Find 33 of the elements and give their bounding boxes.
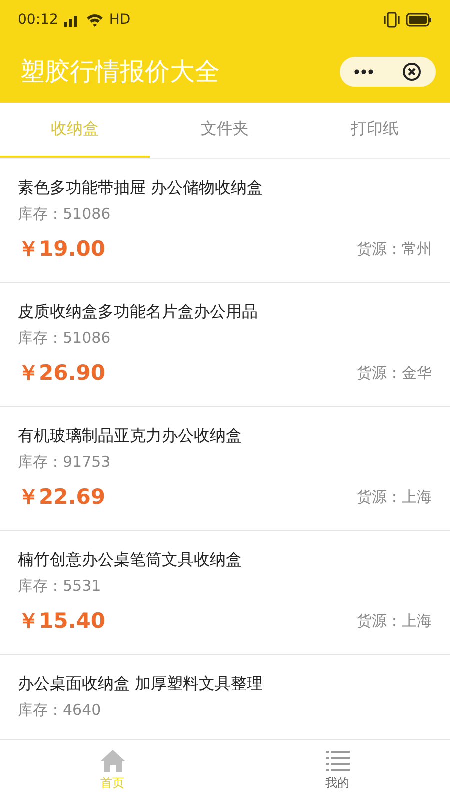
product-item[interactable]: 有机玻璃制品亚克力办公收纳盒 库存：91753 ￥22.69 货源：上海 [0, 407, 450, 531]
vibrate-icon [383, 12, 401, 28]
product-price: ￥22.69 [18, 484, 106, 511]
product-stock: 库存：5531 [18, 576, 102, 597]
product-name: 有机玻璃制品亚克力办公收纳盒 [18, 425, 243, 447]
more-icon [354, 68, 374, 74]
product-price: ￥26.90 [18, 360, 106, 387]
product-price: ￥15.40 [18, 608, 106, 635]
product-stock: 库存：51086 [18, 328, 112, 349]
product-name: 楠竹创意办公桌笔筒文具收纳盒 [18, 549, 243, 571]
status-time: 00:12 [18, 12, 58, 28]
product-name: 皮质收纳盒多功能名片盒办公用品 [18, 301, 259, 323]
product-item[interactable]: 皮质收纳盒多功能名片盒办公用品 库存：51086 ￥26.90 货源：金华 [0, 283, 450, 407]
product-name: 办公桌面收纳盒 加厚塑料文具整理 [18, 673, 264, 695]
network-label: HD [109, 12, 131, 28]
product-item[interactable]: 素色多功能带抽屉 办公储物收纳盒 库存：51086 ￥19.00 货源：常州 [0, 159, 450, 283]
close-icon [402, 62, 422, 82]
product-stock: 库存：51086 [18, 204, 112, 225]
battery-icon [406, 13, 432, 27]
wifi-icon [86, 13, 104, 27]
product-stock: 库存：91753 [18, 452, 112, 473]
product-origin: 货源：金华 [357, 364, 432, 382]
product-origin: 货源：上海 [357, 612, 432, 630]
product-origin: 货源：常州 [357, 240, 432, 258]
product-origin: 货源：上海 [357, 488, 432, 506]
app-title: 塑胶行情报价大全 [20, 56, 221, 88]
home-icon [100, 748, 126, 772]
product-price: ￥19.00 [18, 236, 106, 263]
product-stock: 库存：4640 [18, 700, 102, 721]
product-name: 素色多功能带抽屉 办公储物收纳盒 [18, 177, 264, 199]
nav-tab[interactable]: 我的 [225, 740, 450, 800]
list-icon [324, 748, 350, 772]
product-item[interactable]: 楠竹创意办公桌笔筒文具收纳盒 库存：5531 ￥15.40 货源：上海 [0, 531, 450, 655]
